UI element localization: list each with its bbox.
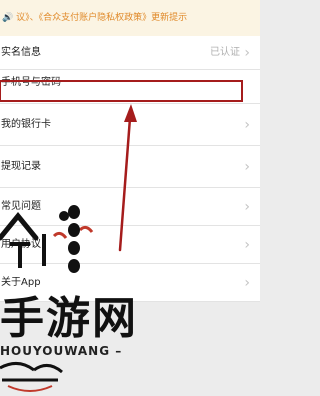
annotation-arrow-icon: [118, 104, 137, 252]
